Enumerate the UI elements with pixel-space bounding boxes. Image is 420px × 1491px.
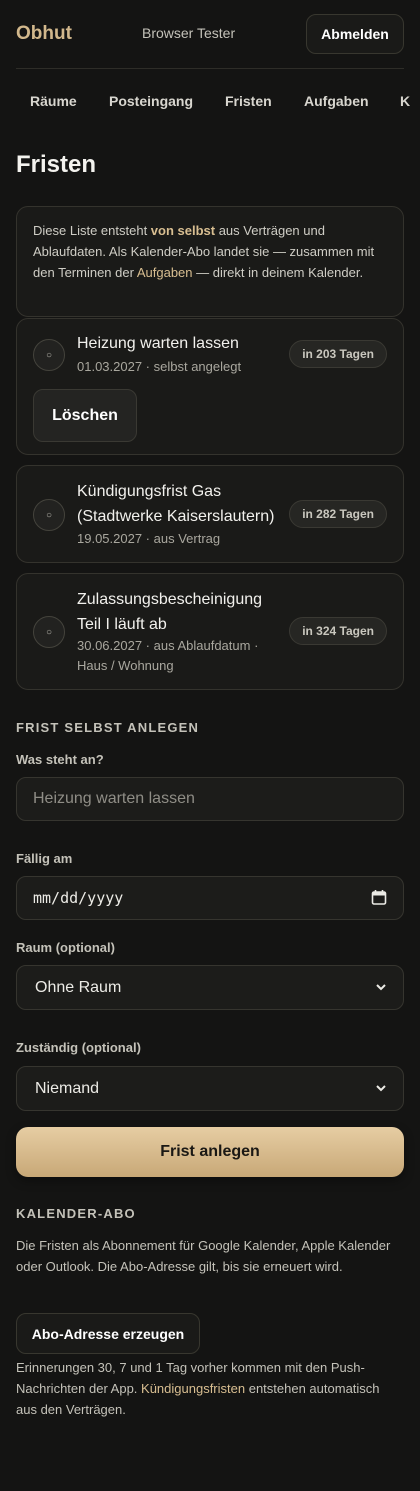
- delete-button[interactable]: Löschen: [33, 389, 137, 442]
- info-text-3: — direkt in deinem Kalender.: [192, 264, 364, 280]
- circle-icon[interactable]: ○: [33, 616, 65, 648]
- nav-item-overflow[interactable]: K: [400, 93, 410, 109]
- deadline-card[interactable]: ○ Heizung warten lassen 01.03.2027 · sel…: [16, 318, 404, 455]
- due-date-input[interactable]: mm/dd/yyyy: [16, 876, 404, 920]
- calendar-icon[interactable]: [371, 889, 387, 911]
- days-badge: in 203 Tagen: [289, 340, 387, 368]
- days-badge: in 324 Tagen: [289, 617, 387, 645]
- nav-item-fristen[interactable]: Fristen: [225, 93, 272, 109]
- what-input[interactable]: Heizung warten lassen: [16, 777, 404, 821]
- owner-value: Niemand: [35, 1079, 100, 1097]
- kuendigungsfristen-link[interactable]: Kündigungsfristen: [141, 1381, 245, 1396]
- nav-item-raeume[interactable]: Räume: [30, 93, 77, 109]
- room-label: Raum (optional): [16, 940, 115, 955]
- deadline-card[interactable]: ○ Zulassungsbescheinigung Teil I läuft a…: [16, 573, 404, 690]
- room-select[interactable]: Ohne Raum: [16, 965, 404, 1010]
- days-badge: in 282 Tagen: [289, 500, 387, 528]
- user-name: Browser Tester: [142, 25, 236, 41]
- owner-select[interactable]: Niemand: [16, 1066, 404, 1111]
- what-label: Was steht an?: [16, 752, 104, 767]
- calendar-description: Die Fristen als Abonnement für Google Ka…: [16, 1238, 391, 1274]
- app-logo[interactable]: Obhut: [16, 23, 72, 45]
- due-date-value: mm/dd/yyyy: [33, 889, 124, 907]
- nav-item-aufgaben[interactable]: Aufgaben: [304, 93, 369, 109]
- info-emphasis: von selbst: [150, 223, 216, 238]
- deadline-card[interactable]: ○ Kündigungsfrist Gas (Stadtwerke Kaiser…: [16, 465, 404, 563]
- deadline-title: Zulassungsbescheinigung Teil I läuft ab: [77, 591, 263, 633]
- room-value: Ohne Raum: [35, 978, 122, 996]
- deadline-title: Kündigungsfrist Gas (Stadtwerke Kaisersl…: [77, 483, 275, 525]
- page-title: Fristen: [16, 151, 97, 178]
- generate-subscription-button[interactable]: Abo-Adresse erzeugen: [16, 1313, 200, 1354]
- form-heading: FRIST SELBST ANLEGEN: [16, 720, 200, 735]
- info-text-1: Diese Liste entsteht: [33, 223, 151, 238]
- main-nav: Räume Posteingang Fristen Aufgaben K: [0, 69, 420, 133]
- create-deadline-button[interactable]: Frist anlegen: [16, 1127, 404, 1177]
- top-bar: Obhut Browser Tester Abmelden: [0, 0, 420, 68]
- deadline-meta: 01.03.2027 · selbst angelegt: [77, 359, 242, 374]
- calendar-heading: KALENDER-ABO: [16, 1206, 136, 1221]
- circle-icon[interactable]: ○: [33, 499, 65, 531]
- deadline-meta: 30.06.2027 · aus Ablaufdatum · Haus / Wo…: [77, 638, 259, 673]
- aufgaben-link[interactable]: Aufgaben: [137, 265, 193, 280]
- chevron-down-icon: [375, 1081, 387, 1099]
- due-label: Fällig am: [16, 851, 73, 866]
- circle-icon[interactable]: ○: [33, 339, 65, 371]
- deadline-title: Heizung warten lassen: [77, 335, 239, 352]
- info-box: Diese Liste entsteht von selbst aus Vert…: [16, 206, 404, 317]
- owner-label: Zuständig (optional): [16, 1040, 141, 1055]
- what-placeholder: Heizung warten lassen: [33, 790, 195, 807]
- nav-item-posteingang[interactable]: Posteingang: [109, 93, 193, 109]
- deadline-meta: 19.05.2027 · aus Vertrag: [77, 531, 221, 546]
- reminder-note: Erinnerungen 30, 7 und 1 Tag vorher komm…: [16, 1358, 404, 1420]
- logout-button[interactable]: Abmelden: [306, 14, 404, 54]
- chevron-down-icon: [375, 980, 387, 998]
